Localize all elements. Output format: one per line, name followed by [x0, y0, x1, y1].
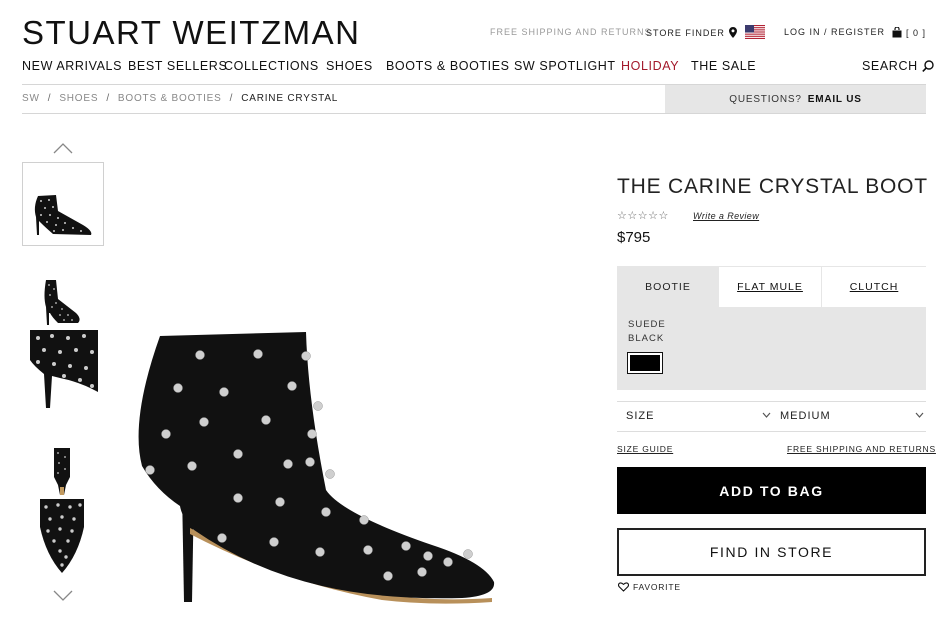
nav-shoes[interactable]: SHOES: [326, 59, 373, 73]
breadcrumb-separator: /: [229, 93, 234, 104]
search-label: SEARCH: [862, 59, 918, 73]
shopping-bag-icon: [892, 27, 902, 38]
thumbnail-detail-view[interactable]: [30, 330, 98, 408]
add-to-bag-button[interactable]: ADD TO BAG: [617, 467, 926, 514]
size-select[interactable]: SIZE: [626, 410, 654, 422]
tab-flat-mule[interactable]: FLAT MULE: [719, 266, 822, 307]
breadcrumb: SW / SHOES / BOOTS & BOOTIES / CARINE CR…: [22, 93, 338, 104]
us-flag-icon[interactable]: [745, 25, 765, 39]
find-in-store-button[interactable]: FIND IN STORE: [617, 528, 926, 576]
breadcrumb-current: CARINE CRYSTAL: [241, 93, 339, 104]
nav-best-sellers[interactable]: BEST SELLERS: [128, 59, 227, 73]
heart-icon: [618, 582, 629, 592]
product-main-image: [138, 332, 495, 604]
chevron-down-icon[interactable]: [762, 412, 771, 418]
chevron-up-icon[interactable]: [53, 143, 73, 154]
bag-count: [ 0 ]: [906, 27, 927, 38]
breadcrumb-separator: /: [47, 93, 52, 104]
thumbnail-side-view[interactable]: [22, 162, 104, 246]
color-swatch-black[interactable]: [627, 352, 663, 374]
breadcrumb-shoes[interactable]: SHOES: [59, 93, 98, 104]
breadcrumb-sw[interactable]: SW: [22, 93, 40, 104]
questions-bar: QUESTIONS? EMAIL US: [665, 85, 926, 113]
free-shipping-banner[interactable]: FREE SHIPPING AND RETURNS: [490, 27, 652, 37]
color-label: BLACK: [628, 333, 665, 344]
login-register-label: LOG IN / REGISTER: [784, 27, 886, 37]
free-shipping-link[interactable]: FREE SHIPPING AND RETURNS: [787, 444, 936, 454]
product-price: $795: [617, 229, 651, 246]
nav-sw-spotlight[interactable]: SW SPOTLIGHT: [514, 59, 616, 73]
brand-logo[interactable]: STUART WEITZMAN: [22, 14, 360, 52]
nav-boots-booties[interactable]: BOOTS & BOOTIES: [386, 59, 510, 73]
size-selector-row: SIZE MEDIUM: [617, 401, 926, 432]
nav-collections[interactable]: COLLECTIONS: [224, 59, 319, 73]
store-finder-label: STORE FINDER: [646, 27, 725, 38]
nav-holiday[interactable]: HOLIDAY: [621, 59, 679, 73]
thumbnail-front-view[interactable]: [40, 277, 86, 327]
boot-side-thumbnail: [34, 195, 92, 235]
tab-clutch[interactable]: CLUTCH: [822, 266, 926, 307]
tab-bootie[interactable]: BOOTIE: [617, 266, 719, 307]
material-label: SUEDE: [628, 319, 666, 330]
main-nav: NEW ARRIVALS BEST SELLERS COLLECTIONS SH…: [0, 59, 950, 75]
chevron-down-icon[interactable]: [915, 412, 924, 418]
rating-stars[interactable]: ☆☆☆☆☆: [617, 209, 669, 222]
favorite-button[interactable]: FAVORITE: [618, 582, 681, 592]
breadcrumb-divider: [22, 113, 926, 114]
thumbnail-back-view[interactable]: [50, 447, 74, 495]
material-color-label: SUEDE BLACK: [628, 318, 666, 346]
product-title: THE CARINE CRYSTAL BOOT: [617, 175, 928, 198]
thumbnail-top-view[interactable]: [38, 497, 86, 575]
chevron-down-icon[interactable]: [53, 590, 73, 601]
questions-label: QUESTIONS?: [729, 93, 802, 105]
size-guide-link[interactable]: SIZE GUIDE: [617, 444, 673, 454]
breadcrumb-separator: /: [106, 93, 110, 104]
favorite-label: FAVORITE: [633, 582, 681, 592]
width-select[interactable]: MEDIUM: [780, 410, 831, 422]
nav-the-sale[interactable]: THE SALE: [691, 59, 756, 73]
style-options-panel: BOOTIE FLAT MULE CLUTCH SUEDE BLACK: [617, 266, 926, 390]
login-register-link[interactable]: LOG IN / REGISTER: [784, 27, 885, 37]
write-review-link[interactable]: Write a Review: [693, 211, 759, 221]
search-icon: [921, 60, 934, 72]
search-button[interactable]: SEARCH: [862, 59, 934, 73]
store-finder-link[interactable]: STORE FINDER: [646, 27, 737, 38]
nav-new-arrivals[interactable]: NEW ARRIVALS: [22, 59, 122, 73]
breadcrumb-boots-booties[interactable]: BOOTS & BOOTIES: [118, 93, 222, 104]
map-pin-icon: [728, 27, 737, 38]
shopping-bag-link[interactable]: [ 0 ]: [892, 27, 926, 38]
email-us-link[interactable]: EMAIL US: [808, 94, 862, 105]
free-shipping-label: FREE SHIPPING AND RETURNS: [490, 27, 652, 37]
